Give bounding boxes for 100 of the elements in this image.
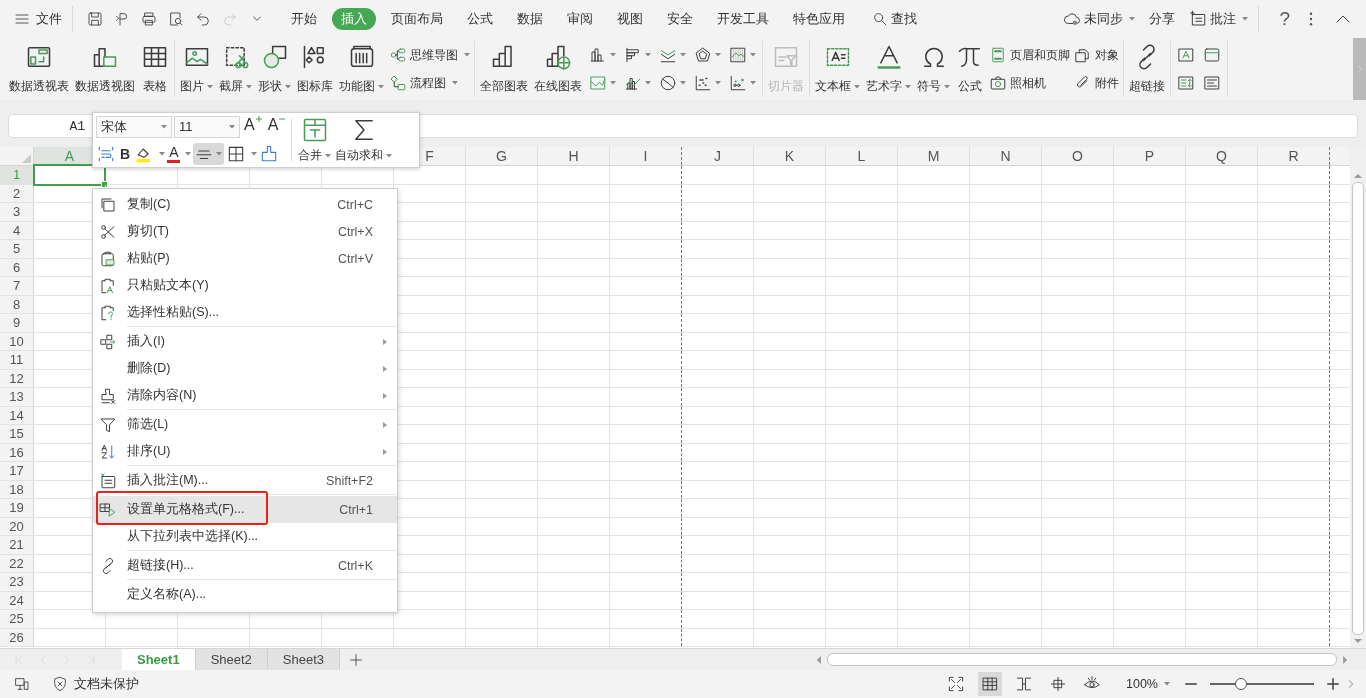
- column-header[interactable]: H: [538, 147, 610, 165]
- ribbon-button[interactable]: 图片: [177, 43, 216, 95]
- ribbon-button[interactable]: 表格: [138, 43, 172, 95]
- file-menu-button[interactable]: 文件: [14, 10, 62, 28]
- ribbon-button[interactable]: 页眉和页脚: [989, 43, 1070, 67]
- caret-icon[interactable]: [251, 151, 258, 156]
- row-header[interactable]: 17: [0, 462, 34, 480]
- sync-button[interactable]: 未同步: [1063, 10, 1136, 28]
- ribbon-tab[interactable]: 开发工具: [708, 8, 778, 30]
- column-header[interactable]: G: [466, 147, 538, 165]
- row-header[interactable]: 7: [0, 277, 34, 295]
- grow-font-button[interactable]: A: [242, 115, 264, 138]
- menu-item[interactable]: 定义名称(A)...: [93, 581, 397, 608]
- menu-item[interactable]: 清除内容(N): [93, 382, 397, 409]
- scroll-thumb[interactable]: [827, 653, 1337, 666]
- row-header[interactable]: 19: [0, 499, 34, 517]
- column-header[interactable]: I: [610, 147, 682, 165]
- column-header[interactable]: K: [754, 147, 826, 165]
- sheet-tab[interactable]: Sheet1: [122, 649, 196, 670]
- row-header[interactable]: 5: [0, 240, 34, 258]
- scroll-left-icon[interactable]: [816, 655, 821, 664]
- ribbon-button[interactable]: 截屏: [216, 43, 255, 95]
- row-header[interactable]: 15: [0, 425, 34, 443]
- save-icon[interactable]: [86, 11, 103, 27]
- column-header[interactable]: J: [682, 147, 754, 165]
- ribbon-tab[interactable]: 审阅: [558, 8, 602, 30]
- ribbon-button[interactable]: 功能图: [336, 43, 387, 95]
- shrink-font-button[interactable]: A: [265, 115, 288, 138]
- row-header[interactable]: 13: [0, 388, 34, 406]
- undo-icon[interactable]: [194, 11, 211, 27]
- print-icon[interactable]: [140, 11, 157, 27]
- menu-item[interactable]: 删除(D): [93, 355, 397, 382]
- menu-item[interactable]: 从下拉列表中选择(K)...: [93, 523, 397, 550]
- menu-item[interactable]: 插入(I): [93, 328, 397, 355]
- ribbon-button[interactable]: 符号: [914, 43, 953, 95]
- ribbon-button[interactable]: 图标库: [294, 43, 336, 95]
- ribbon-button[interactable]: 艺术字: [863, 43, 914, 95]
- ribbon-tab[interactable]: 特色应用: [784, 8, 854, 30]
- menu-item[interactable]: 筛选(L): [93, 411, 397, 438]
- name-box[interactable]: A1: [9, 118, 85, 134]
- cell-cursor[interactable]: [33, 164, 106, 186]
- ribbon-tab[interactable]: 视图: [608, 8, 652, 30]
- zoom-in-icon[interactable]: [1326, 677, 1340, 691]
- sheet-tab[interactable]: Sheet3: [267, 649, 341, 670]
- row-header[interactable]: 9: [0, 314, 34, 332]
- font-size-field[interactable]: 11: [174, 115, 240, 138]
- caret-icon[interactable]: [185, 151, 192, 156]
- ribbon-tab[interactable]: 数据: [508, 8, 552, 30]
- ribbon-button[interactable]: 数据透视图: [72, 43, 138, 95]
- scroll-thumb[interactable]: [1352, 182, 1364, 635]
- ribbon-button[interactable]: 公式: [953, 43, 987, 95]
- ribbon-button[interactable]: 照相机: [989, 71, 1070, 95]
- ribbon-button[interactable]: 超链接: [1126, 43, 1168, 95]
- ribbon-tab[interactable]: 安全: [658, 8, 702, 30]
- search-button[interactable]: 查找: [872, 10, 917, 28]
- column-header[interactable]: L: [826, 147, 898, 165]
- column-header[interactable]: P: [1114, 147, 1186, 165]
- vertical-scrollbar[interactable]: [1350, 147, 1366, 648]
- align-button[interactable]: [193, 142, 225, 165]
- share-button[interactable]: 分享: [1149, 10, 1176, 28]
- help-button[interactable]: ?: [1279, 8, 1290, 30]
- menu-item[interactable]: 选择性粘贴(S)...: [93, 299, 397, 326]
- menu-item[interactable]: 插入批注(M)... Shift+F2: [93, 467, 397, 494]
- ribbon-button[interactable]: 思维导图: [389, 43, 470, 67]
- column-header[interactable]: Q: [1186, 147, 1258, 165]
- row-header[interactable]: 21: [0, 536, 34, 554]
- ribbon-button[interactable]: 附件: [1074, 71, 1119, 95]
- caret-icon[interactable]: [159, 151, 166, 156]
- device-icon[interactable]: [14, 676, 30, 692]
- zoom-slider-thumb[interactable]: [1235, 678, 1248, 690]
- ribbon-button[interactable]: 文本框: [812, 43, 863, 95]
- row-header[interactable]: 3: [0, 203, 34, 221]
- menu-item[interactable]: 排序(U): [93, 438, 397, 465]
- column-header[interactable]: M: [898, 147, 970, 165]
- print-preview-icon[interactable]: [167, 11, 184, 27]
- column-header[interactable]: N: [970, 147, 1042, 165]
- font-color-button[interactable]: A: [167, 144, 181, 163]
- row-header[interactable]: 23: [0, 573, 34, 591]
- menu-item[interactable]: 粘贴(P) Ctrl+V: [93, 245, 397, 272]
- sheet-tab[interactable]: Sheet2: [195, 649, 268, 670]
- row-header[interactable]: 11: [0, 351, 34, 369]
- grid-view-icon[interactable]: [978, 672, 1002, 696]
- protection-status[interactable]: 文档未保护: [52, 675, 139, 693]
- scroll-right-icon[interactable]: [1343, 655, 1348, 664]
- scroll-up-icon[interactable]: [1354, 173, 1362, 178]
- ribbon-button[interactable]: 全部图表: [477, 43, 531, 95]
- menu-item[interactable]: 剪切(T) Ctrl+X: [93, 218, 397, 245]
- ribbon-button[interactable]: 流程图: [389, 71, 470, 95]
- font-field[interactable]: 宋体: [96, 115, 172, 138]
- ribbon-tab[interactable]: 开始: [282, 8, 326, 30]
- zoom-slider[interactable]: [1210, 678, 1314, 690]
- scroll-down-icon[interactable]: [1354, 639, 1362, 644]
- row-header[interactable]: 25: [0, 610, 34, 628]
- ribbon-tab[interactable]: 公式: [458, 8, 502, 30]
- ribbon-button[interactable]: 对象: [1074, 43, 1119, 67]
- menu-item[interactable]: 只粘贴文本(Y): [93, 272, 397, 299]
- menu-item[interactable]: 超链接(H)... Ctrl+K: [93, 552, 397, 579]
- ribbon-tab[interactable]: 页面布局: [382, 8, 452, 30]
- ribbon-button[interactable]: 数据透视表: [6, 43, 72, 95]
- zoom-level-button[interactable]: 100%: [1126, 677, 1170, 691]
